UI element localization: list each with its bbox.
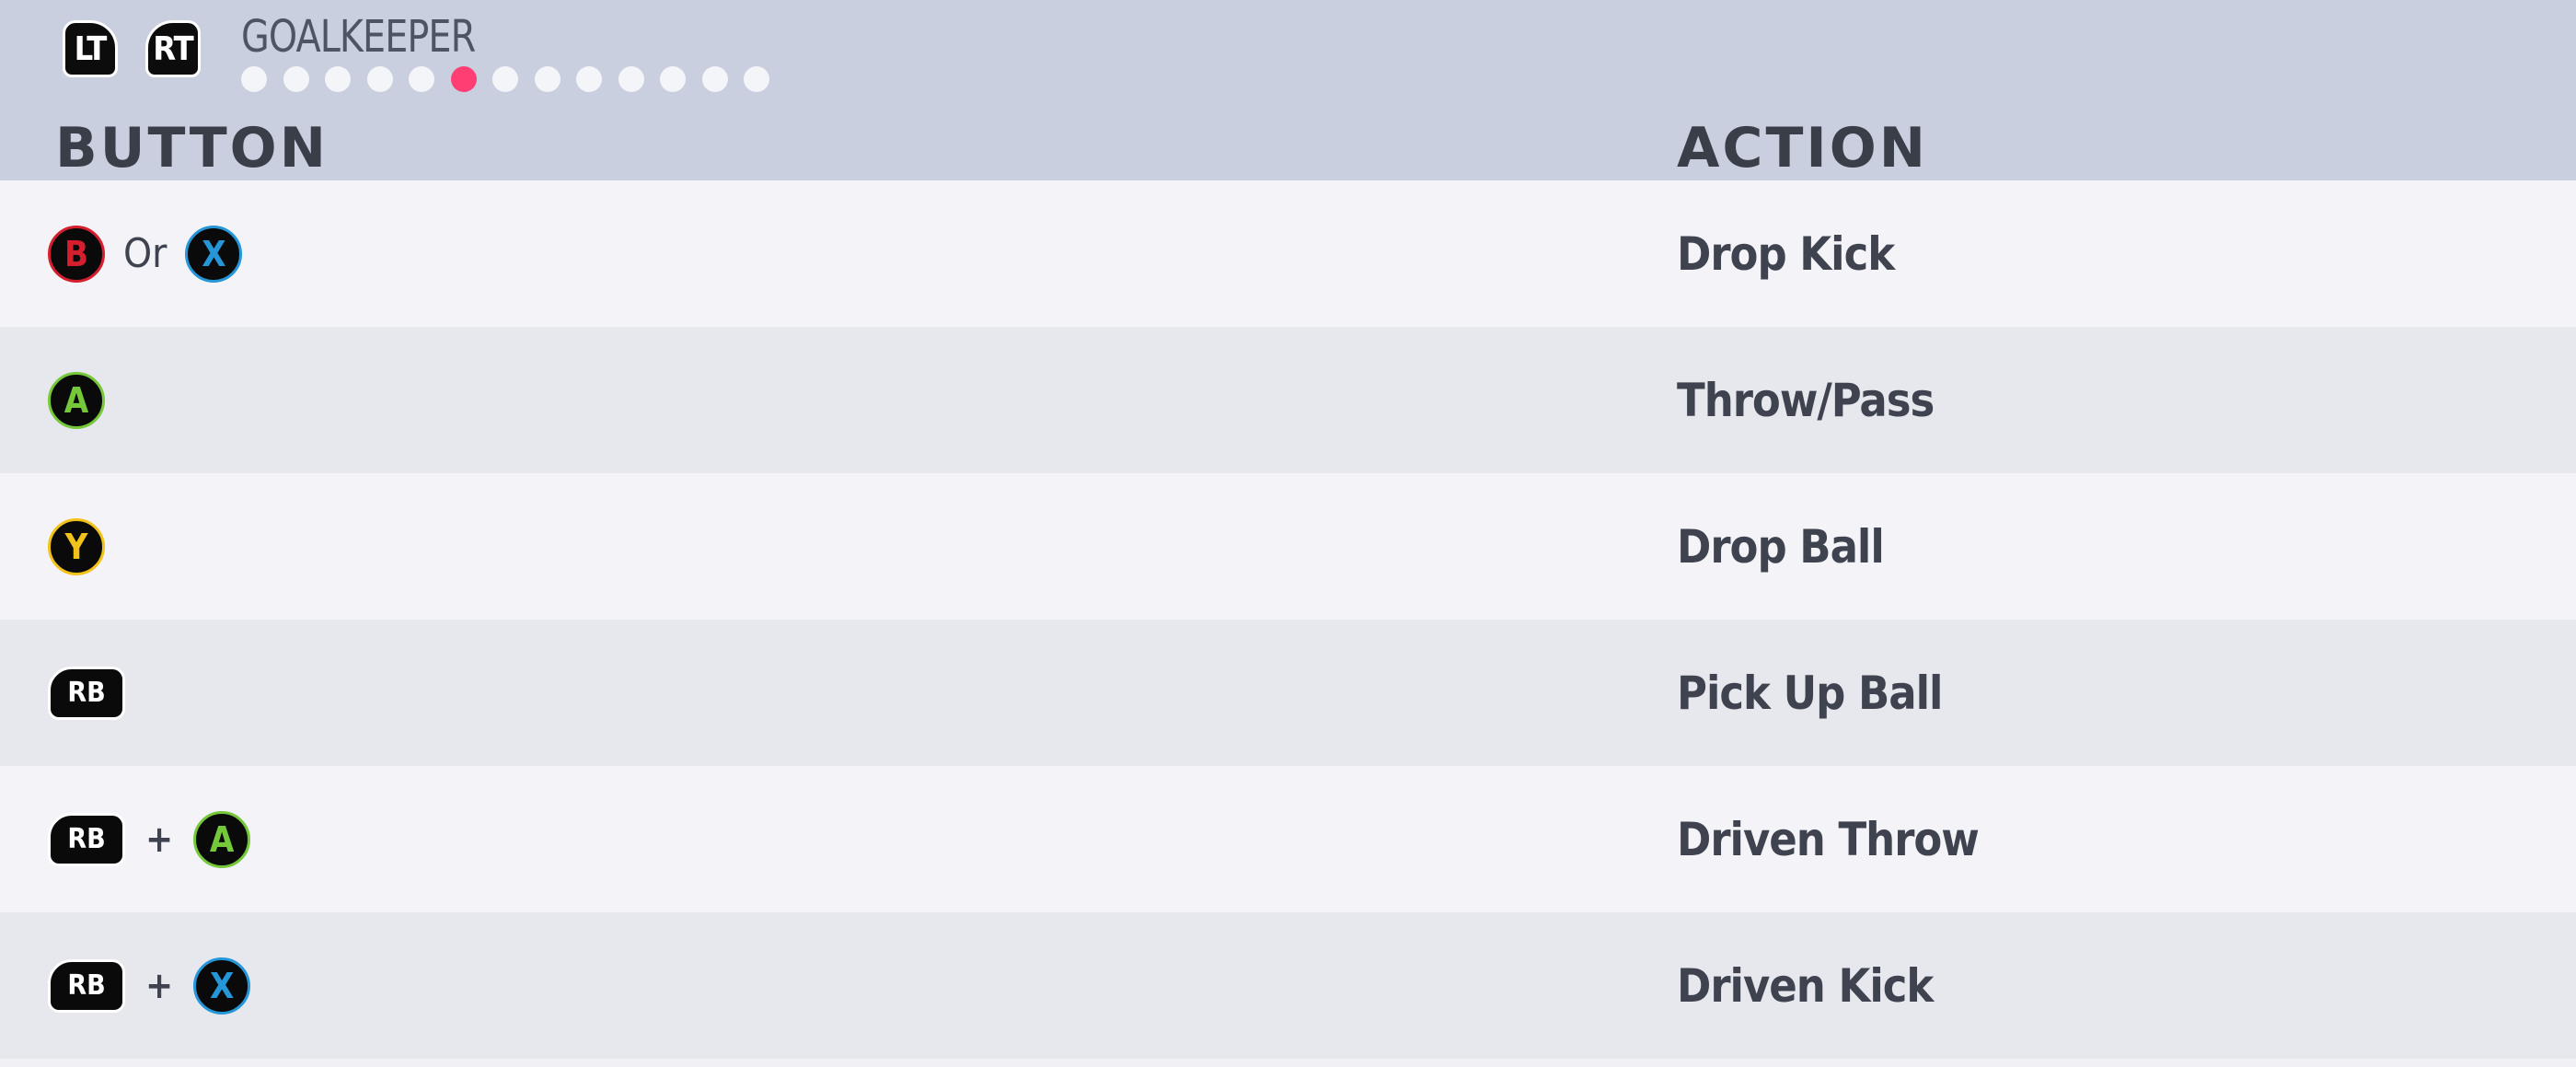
- column-header-button: BUTTON: [55, 116, 329, 180]
- x-button-icon: X: [193, 957, 251, 1015]
- page-dot-active: [450, 66, 477, 92]
- button-combo: RB: [48, 663, 125, 724]
- page-dot: [241, 66, 267, 92]
- control-row: RB Pick Up Ball: [0, 620, 2576, 766]
- button-combo: A: [48, 370, 105, 431]
- button-combo: RB + A: [48, 809, 251, 870]
- action-label: Pick Up Ball: [1677, 666, 1943, 720]
- page-dot: [409, 66, 434, 92]
- page-dot: [366, 66, 393, 92]
- page-dot: [701, 66, 728, 92]
- control-row: RB + A Driven Throw: [0, 766, 2576, 912]
- control-row: RB + X Driven Kick: [0, 912, 2576, 1059]
- plus-separator: +: [145, 964, 174, 1007]
- or-separator: Or: [123, 230, 167, 277]
- controls-header: LT RT GOALKEEPER BUTTON ACTION: [0, 0, 2576, 180]
- rt-bumper-icon[interactable]: RT: [145, 20, 201, 77]
- action-label: Driven Kick: [1677, 958, 1934, 1013]
- controls-screen: LT RT GOALKEEPER BUTTON ACTION B Or X Drop …: [0, 0, 2576, 1067]
- rb-button-icon: RB: [48, 812, 125, 866]
- action-label: Driven Throw: [1677, 812, 1980, 866]
- page-dot: [325, 66, 351, 92]
- page-dot: [283, 66, 309, 92]
- button-combo: Y: [48, 516, 105, 577]
- page-dot: [534, 66, 560, 92]
- column-header-action: ACTION: [1677, 116, 1928, 180]
- y-button-icon: Y: [48, 517, 105, 575]
- a-button-icon: A: [193, 810, 251, 868]
- page-dot: [660, 66, 686, 92]
- page-dot: [618, 66, 644, 92]
- action-label: Throw/Pass: [1677, 373, 1935, 427]
- button-combo: B Or X: [48, 224, 243, 284]
- a-button-icon: A: [48, 371, 105, 429]
- button-combo: RB + X: [48, 956, 251, 1016]
- rb-button-icon: RB: [48, 958, 125, 1013]
- control-row: Y Drop Ball: [0, 473, 2576, 620]
- rb-button-icon: RB: [48, 666, 125, 720]
- controls-list: B Or X Drop Kick A Throw/Pass Y Drop Ball RB Pick…: [0, 180, 2576, 1059]
- page-dot: [492, 66, 518, 92]
- lt-bumper-icon[interactable]: LT: [63, 20, 118, 77]
- control-row: B Or X Drop Kick: [0, 180, 2576, 327]
- b-button-icon: B: [48, 225, 105, 283]
- plus-separator: +: [145, 818, 174, 861]
- x-button-icon: X: [185, 225, 243, 283]
- action-label: Drop Kick: [1677, 226, 1895, 281]
- page-dot: [744, 66, 769, 92]
- page-dot: [576, 66, 602, 92]
- action-label: Drop Ball: [1677, 519, 1885, 574]
- page-indicator: [241, 66, 769, 92]
- section-title: GOALKEEPER: [241, 11, 476, 63]
- control-row: A Throw/Pass: [0, 327, 2576, 473]
